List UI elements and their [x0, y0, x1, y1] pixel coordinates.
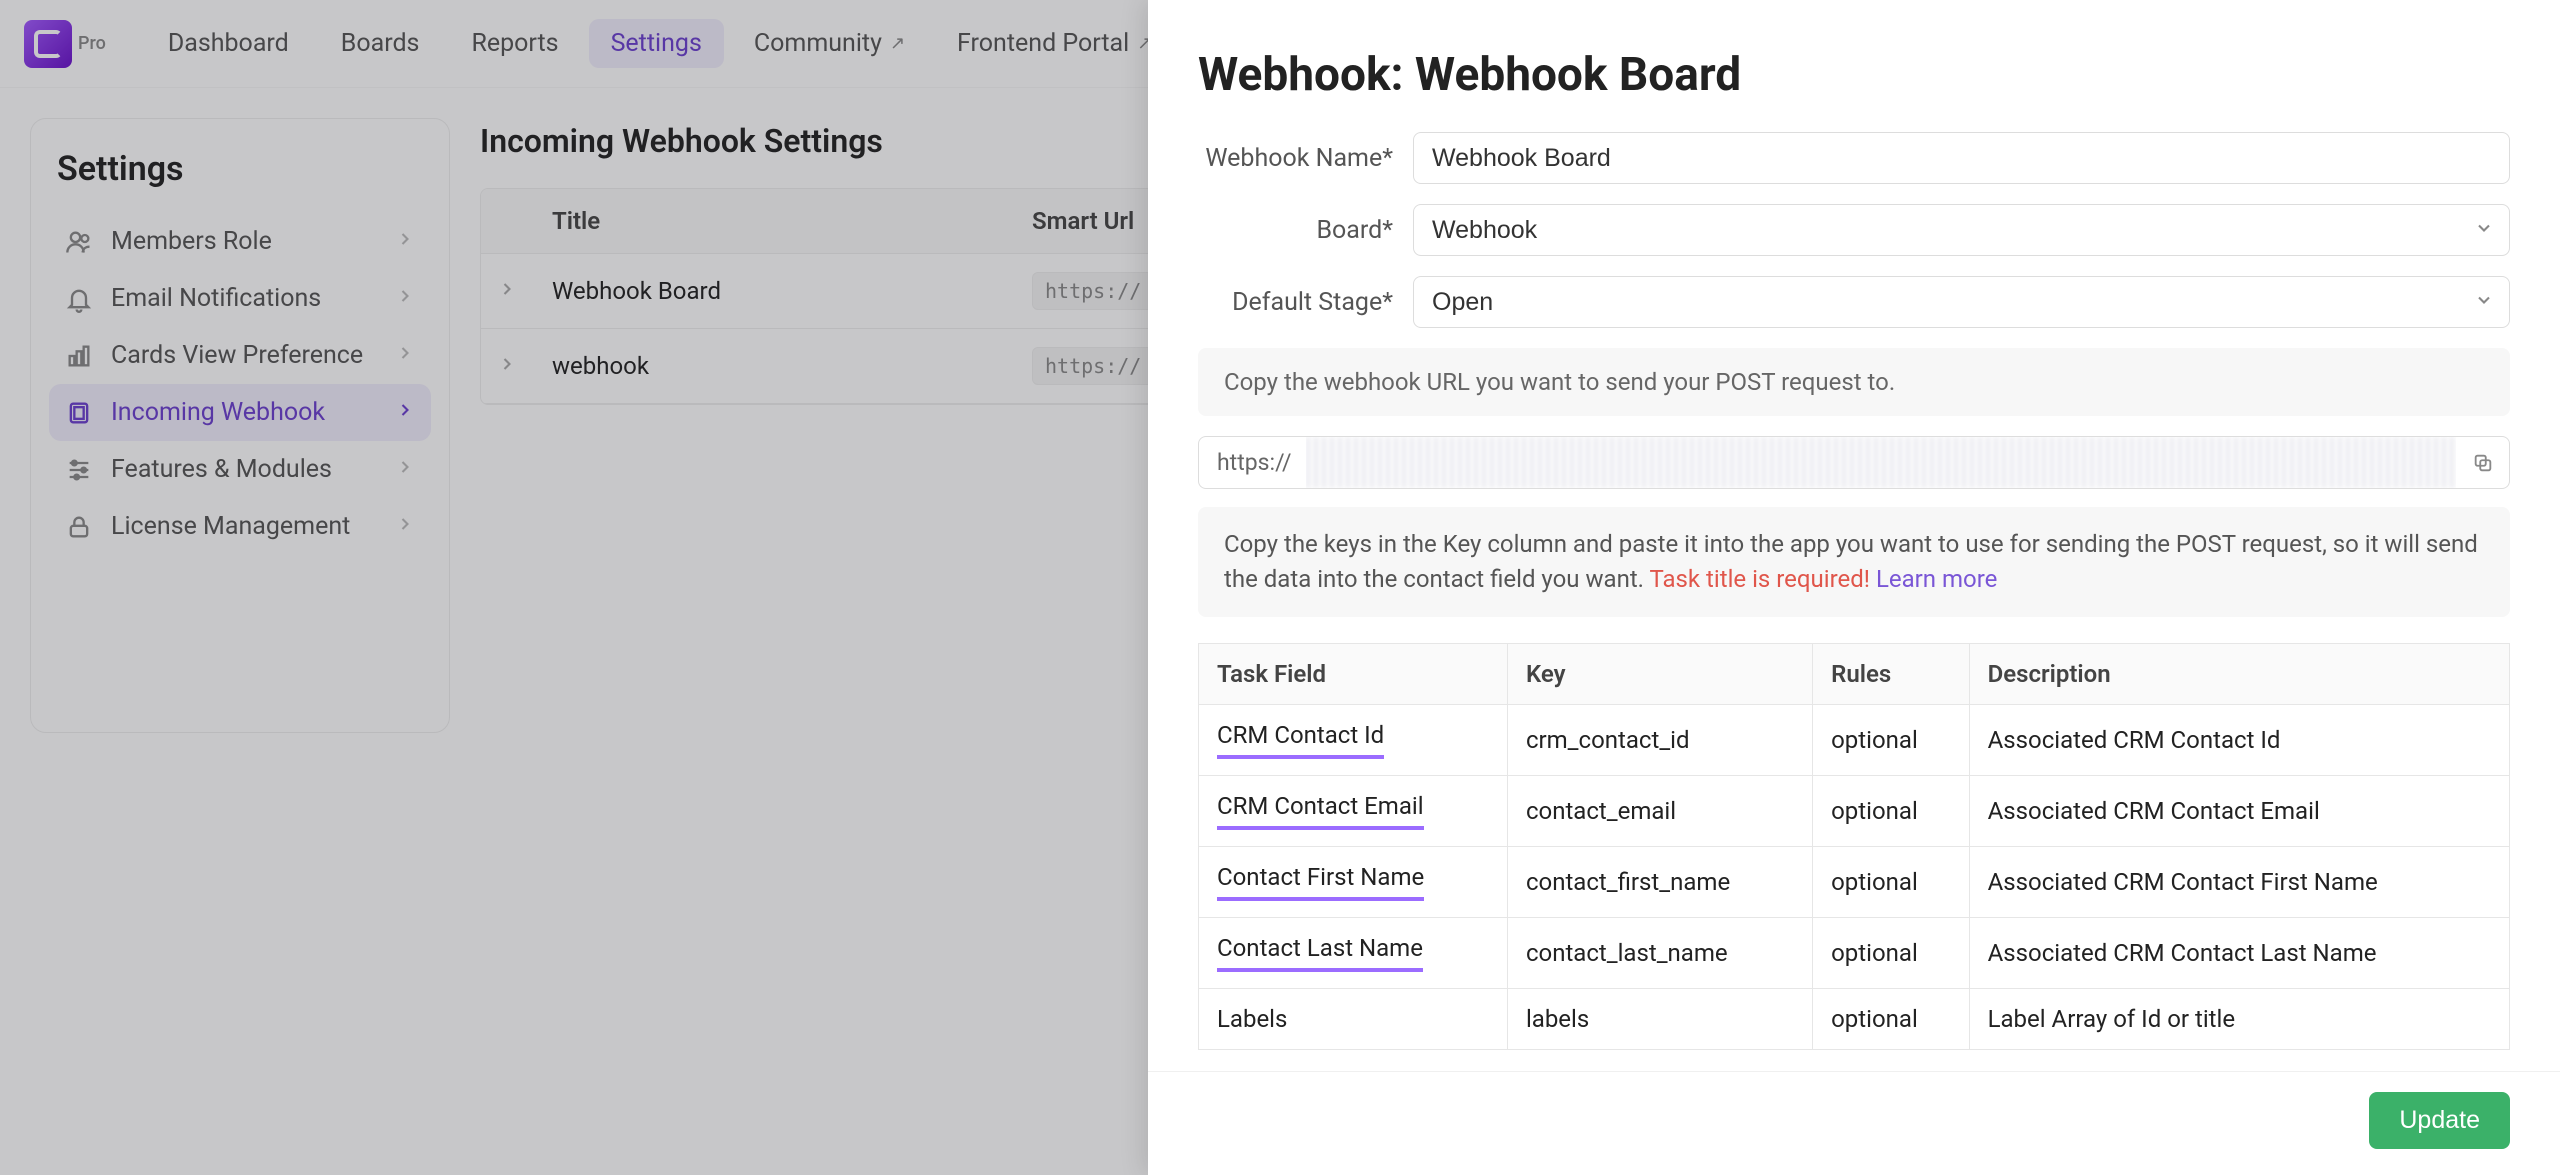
- board-label: Board*: [1198, 216, 1413, 245]
- task-field-name: CRM Contact Email: [1217, 792, 1424, 830]
- field-description: Associated CRM Contact Id: [1969, 704, 2509, 775]
- task-field-name: Contact First Name: [1217, 863, 1424, 901]
- keys-hint-required: Task title is required!: [1649, 565, 1870, 593]
- col-rules: Rules: [1813, 643, 1969, 704]
- url-prefix: https://: [1198, 436, 1306, 489]
- chevron-down-icon: [2474, 288, 2494, 316]
- field-row: CRM Contact Email contact_email optional…: [1199, 775, 2510, 846]
- learn-more-link[interactable]: Learn more: [1876, 565, 1997, 593]
- copy-url-button[interactable]: [2456, 436, 2510, 489]
- url-hint: Copy the webhook URL you want to send yo…: [1198, 348, 2510, 416]
- default-stage-select[interactable]: [1413, 276, 2510, 328]
- col-task-field: Task Field: [1199, 643, 1508, 704]
- panel-header: Webhook: Webhook Board: [1148, 0, 2560, 102]
- field-row: Contact First Name contact_first_name op…: [1199, 846, 2510, 917]
- webhook-name-input[interactable]: [1413, 132, 2510, 184]
- field-table-header: Task Field Key Rules Description: [1199, 643, 2510, 704]
- col-key: Key: [1507, 643, 1812, 704]
- field-rules: optional: [1813, 775, 1969, 846]
- field-rules: optional: [1813, 917, 1969, 988]
- form-row-stage: Default Stage*: [1198, 276, 2510, 328]
- webhook-url-obscured: [1306, 436, 2456, 489]
- board-select[interactable]: [1413, 204, 2510, 256]
- field-row: Contact Last Name contact_last_name opti…: [1199, 917, 2510, 988]
- field-key: labels: [1507, 988, 1812, 1049]
- field-rules: optional: [1813, 988, 1969, 1049]
- field-row: CRM Contact Id crm_contact_id optional A…: [1199, 704, 2510, 775]
- field-description: Label Array of Id or title: [1969, 988, 2509, 1049]
- panel-footer: Update: [1148, 1071, 2560, 1175]
- field-row: Labels labels optional Label Array of Id…: [1199, 988, 2510, 1049]
- panel-body: Webhook Name* Board* Default Stage* Copy…: [1148, 102, 2560, 1071]
- field-description: Associated CRM Contact Last Name: [1969, 917, 2509, 988]
- chevron-down-icon: [2474, 216, 2494, 244]
- col-description: Description: [1969, 643, 2509, 704]
- copy-icon: [2472, 452, 2494, 474]
- keys-hint: Copy the keys in the Key column and past…: [1198, 507, 2510, 617]
- webhook-url-row: https://: [1198, 436, 2510, 489]
- task-field-name: Contact Last Name: [1217, 934, 1423, 972]
- webhook-name-label: Webhook Name*: [1198, 144, 1413, 173]
- field-key: contact_first_name: [1507, 846, 1812, 917]
- form-row-board: Board*: [1198, 204, 2510, 256]
- webhook-detail-panel: Webhook: Webhook Board Webhook Name* Boa…: [1148, 0, 2560, 1175]
- field-rules: optional: [1813, 846, 1969, 917]
- default-stage-label: Default Stage*: [1198, 288, 1413, 317]
- task-field-name: CRM Contact Id: [1217, 721, 1384, 759]
- field-mapping-table: Task Field Key Rules Description CRM Con…: [1198, 643, 2510, 1050]
- field-rules: optional: [1813, 704, 1969, 775]
- field-key: crm_contact_id: [1507, 704, 1812, 775]
- field-description: Associated CRM Contact Email: [1969, 775, 2509, 846]
- panel-title: Webhook: Webhook Board: [1198, 48, 2510, 102]
- task-field-name: Labels: [1217, 1005, 1287, 1033]
- field-key: contact_email: [1507, 775, 1812, 846]
- field-key: contact_last_name: [1507, 917, 1812, 988]
- form-row-name: Webhook Name*: [1198, 132, 2510, 184]
- field-description: Associated CRM Contact First Name: [1969, 846, 2509, 917]
- update-button[interactable]: Update: [2369, 1092, 2510, 1149]
